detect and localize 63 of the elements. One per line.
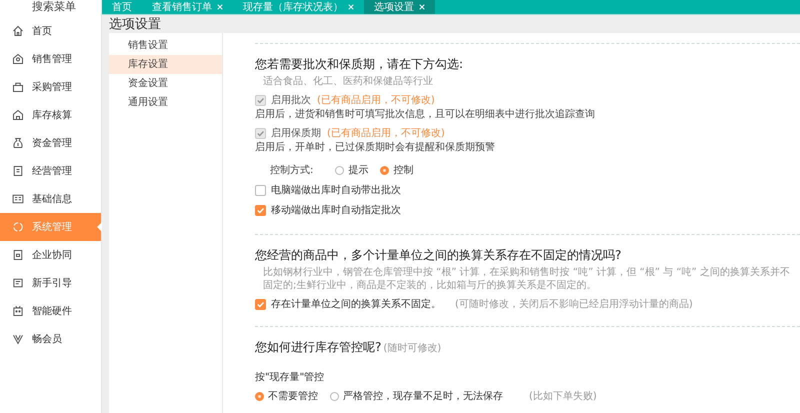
search-menu-label[interactable]: 搜索菜单 xyxy=(0,0,101,13)
document-icon xyxy=(12,277,24,289)
section-title: 您若需要批次和保质期，请在下方勾选: xyxy=(255,56,464,73)
option-note: (比如下单失败) xyxy=(529,390,597,403)
bag-icon xyxy=(12,81,24,93)
moneybag-icon xyxy=(12,137,24,149)
checkbox[interactable] xyxy=(255,204,266,216)
checkbox-label: 电脑端做出库时自动带出批次 xyxy=(271,184,401,197)
section-title: 您如何进行库存管控呢? xyxy=(255,339,382,356)
sidebar-item[interactable]: 库存核算 xyxy=(0,101,101,129)
radio-label: 严格管控，现存量不足时，无法保存 xyxy=(343,390,503,403)
sidebar-item[interactable]: 畅会员 xyxy=(0,325,101,353)
sidebar-item[interactable]: 资金管理 xyxy=(0,129,101,157)
section-note: (随时可修改) xyxy=(383,342,442,355)
settings-menu-item[interactable]: 库存设置 xyxy=(109,55,222,74)
clipboard-icon xyxy=(12,165,24,177)
checkbox-label: 存在计量单位之间的换算关系不固定。 xyxy=(271,298,441,311)
option-note: (已有商品启用，不可修改) xyxy=(327,126,445,140)
section-hint: 比如钢材行业中，钢管在仓库管理中按 “根” 计算，在采购和销售时按 “吨” 计算，但 “根” 与 “吨” 之间的换算关系并不固定的;生鲜行业中，商品是不定装的，比如箱与斤的换算关系是不固定的。 xyxy=(262,266,791,292)
sidebar-item[interactable]: 经营管理 xyxy=(0,157,101,185)
sidebar-item[interactable]: 首页 xyxy=(0,17,101,45)
radio-button[interactable] xyxy=(330,392,339,400)
warehouse-icon xyxy=(12,109,24,121)
checkbox-label: 启用保质期 xyxy=(271,126,321,140)
sidebar-item[interactable]: 销售管理 xyxy=(0,45,101,73)
v-icon xyxy=(12,333,24,345)
option-note: (已有商品启用，不可修改) xyxy=(317,94,435,107)
sidebar-item[interactable]: 基础信息 xyxy=(0,185,101,213)
home-icon xyxy=(12,25,24,37)
radio-button[interactable] xyxy=(255,392,264,400)
radio-button[interactable] xyxy=(335,166,344,174)
sidebar-item[interactable]: 新手引导 xyxy=(0,269,101,297)
close-icon[interactable] xyxy=(419,4,425,10)
close-icon[interactable] xyxy=(348,4,354,10)
checkbox[interactable] xyxy=(255,184,266,196)
checkbox[interactable] xyxy=(255,298,266,310)
document-icon xyxy=(12,249,24,261)
tab[interactable]: 选项设置 xyxy=(364,0,435,14)
settings-menu-item[interactable]: 销售设置 xyxy=(109,36,222,55)
radio-button[interactable] xyxy=(380,166,390,174)
ring-icon xyxy=(12,221,24,233)
sidebar-item[interactable]: 智能硬件 xyxy=(0,297,101,325)
settings-menu-item[interactable]: 资金设置 xyxy=(109,74,222,93)
page-title: 选项设置 xyxy=(109,16,161,33)
radio-label: 控制 xyxy=(393,164,414,177)
option-description: 启用后，进货和销售时可填写批次信息，且可以在明细表中进行批次追踪查询 xyxy=(255,108,596,121)
checkbox-label: 移动端做出库时自动指定批次 xyxy=(271,204,401,217)
robot-icon xyxy=(12,305,24,317)
id-card-icon xyxy=(12,193,24,205)
option-description: 启用后，开单时，已过保质期时会有提醒和保质期预警 xyxy=(255,141,496,154)
sidebar-item[interactable]: 采购管理 xyxy=(0,73,101,101)
option-note: (可随时修改，关闭后不影响已经启用浮动计量的商品) xyxy=(455,298,693,311)
group-heading: 按"现存量"管控 xyxy=(255,370,326,384)
close-icon[interactable] xyxy=(217,4,223,10)
shop-icon xyxy=(12,53,24,65)
radio-label: 不需要管控 xyxy=(268,390,318,403)
section-title: 您经营的商品中，多个计量单位之间的换算关系存在不固定的情况吗? xyxy=(255,247,622,264)
checkbox-label: 启用批次 xyxy=(271,94,311,107)
radio-label: 提示 xyxy=(348,164,368,177)
settings-menu-item[interactable]: 通用设置 xyxy=(109,93,222,112)
section-hint: 适合食品、化工、医药和保健品等行业 xyxy=(262,75,434,88)
control-mode-label: 控制方式: xyxy=(270,164,314,177)
sidebar-item[interactable]: 企业协同 xyxy=(0,241,101,269)
